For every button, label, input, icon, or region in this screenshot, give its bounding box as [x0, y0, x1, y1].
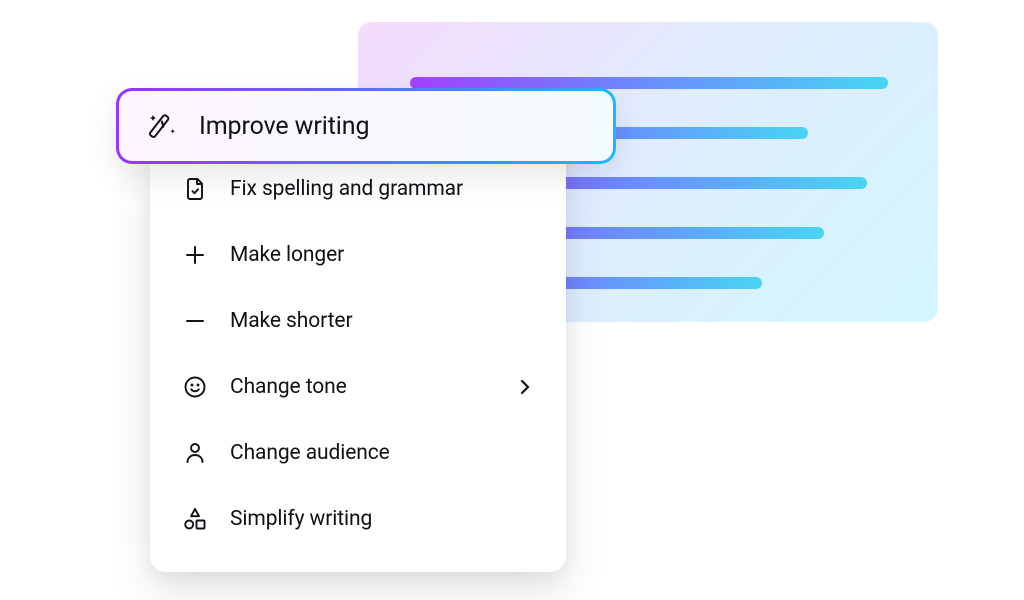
menu-item-label: Make shorter — [230, 309, 352, 333]
menu-item-change-audience[interactable]: Change audience — [150, 420, 566, 486]
smile-icon — [182, 375, 208, 399]
document-check-icon — [182, 177, 208, 201]
magic-wand-icon — [149, 113, 177, 139]
menu-item-change-tone[interactable]: Change tone — [150, 354, 566, 420]
stage: Fix spelling and grammar Make longer Mak… — [0, 0, 1024, 600]
menu-item-improve-writing[interactable]: Improve writing — [116, 88, 616, 164]
shapes-icon — [182, 508, 208, 530]
ai-writing-menu: Fix spelling and grammar Make longer Mak… — [150, 142, 566, 572]
chevron-right-icon — [516, 378, 534, 396]
menu-item-label: Change audience — [230, 441, 390, 465]
menu-item-label: Fix spelling and grammar — [230, 177, 463, 201]
menu-item-label: Change tone — [230, 375, 347, 399]
menu-item-highlighted-inner[interactable]: Improve writing — [119, 91, 613, 161]
menu-item-fix-spelling[interactable]: Fix spelling and grammar — [150, 156, 566, 222]
menu-item-label: Simplify writing — [230, 507, 372, 531]
menu-item-label: Improve writing — [199, 112, 369, 141]
menu-item-make-longer[interactable]: Make longer — [150, 222, 566, 288]
plus-icon — [182, 244, 208, 266]
menu-item-make-shorter[interactable]: Make shorter — [150, 288, 566, 354]
minus-icon — [182, 310, 208, 332]
menu-item-simplify-writing[interactable]: Simplify writing — [150, 486, 566, 552]
menu-item-label: Make longer — [230, 243, 344, 267]
person-icon — [182, 441, 208, 465]
